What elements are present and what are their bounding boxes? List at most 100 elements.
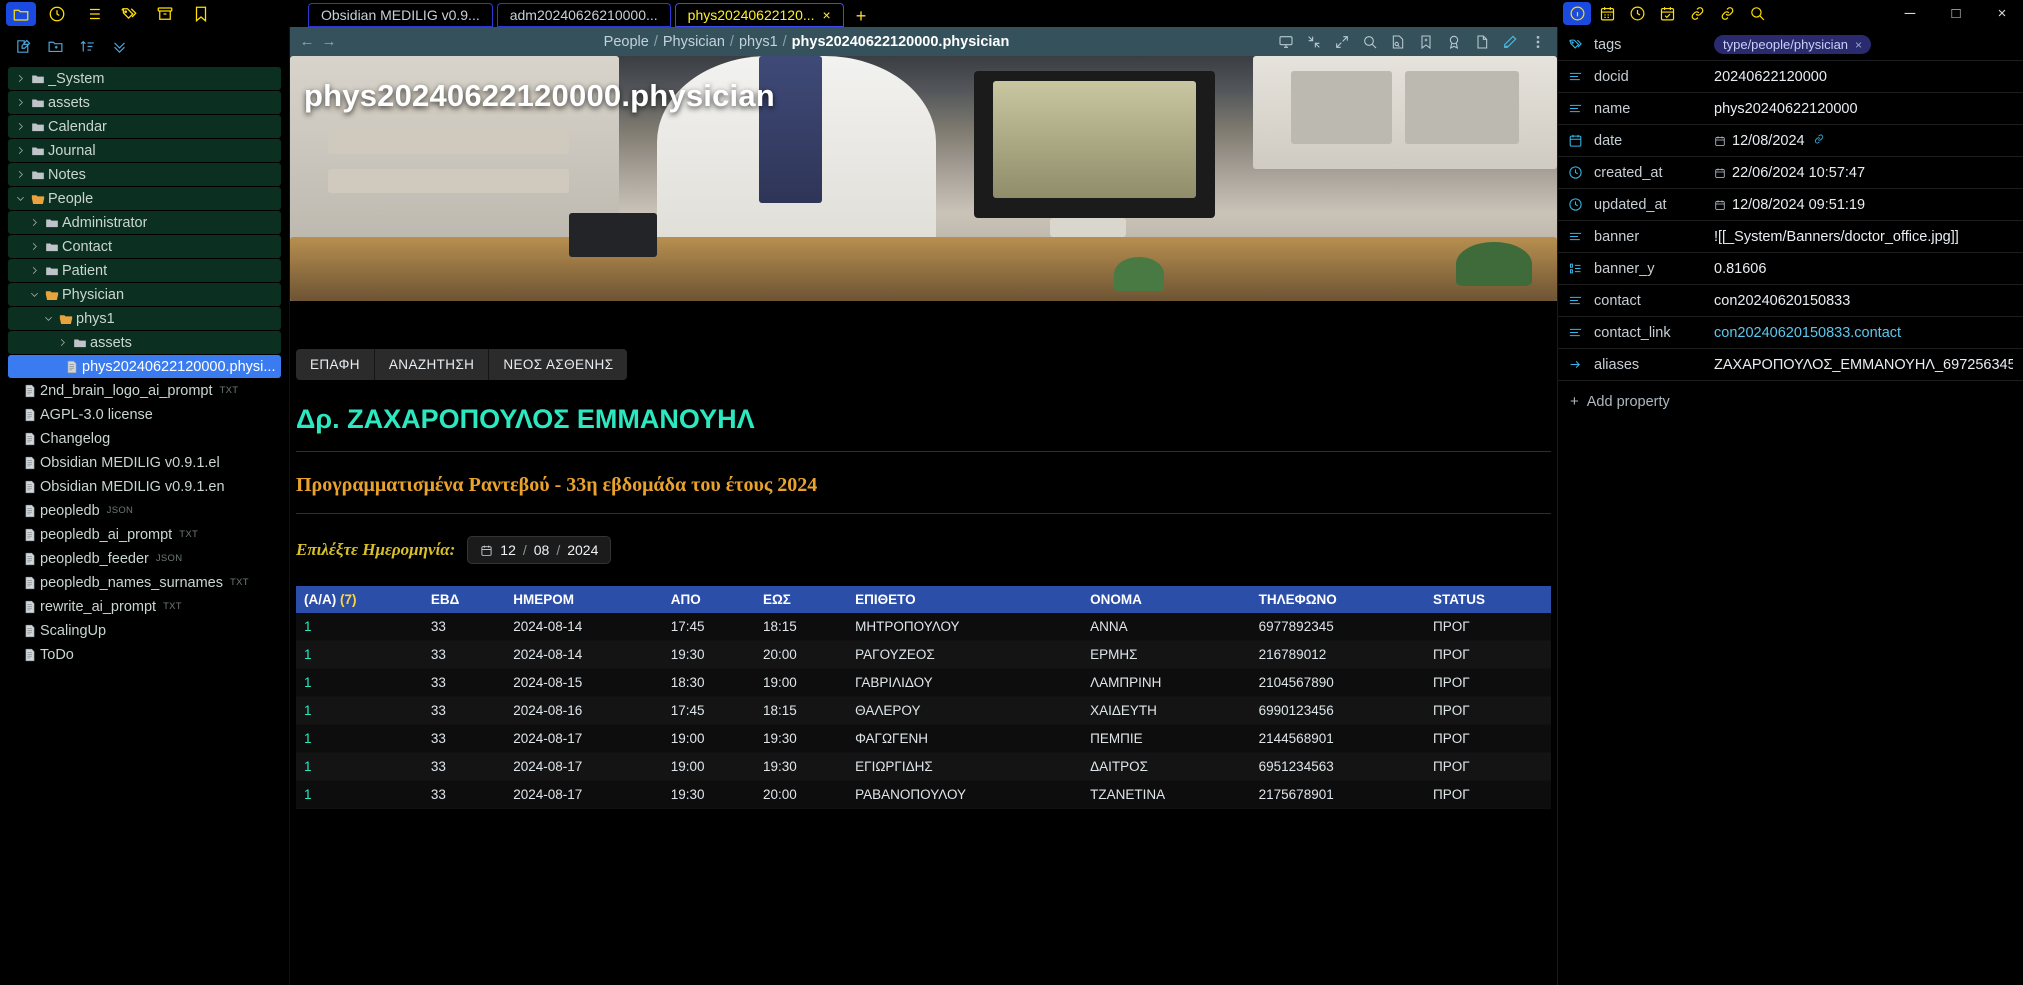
property-row-updated_at[interactable]: updated_at 12/08/2024 09:51:19 xyxy=(1558,189,2023,221)
tree-file-item[interactable]: rewrite_ai_prompt TXT xyxy=(8,595,281,618)
new-patient-button[interactable]: ΝΕΟΣ ΑΣΘΕΝΗΣ xyxy=(489,349,628,380)
tree-file-item[interactable]: AGPL-3.0 license xyxy=(8,403,281,426)
chevron-down-icon[interactable] xyxy=(26,289,42,300)
tab-0[interactable]: Obsidian MEDILIG v0.9... xyxy=(308,3,493,27)
property-row-aliases[interactable]: aliases ΖΑΧΑΡΟΠΟΥΛΟΣ_ΕΜΜΑΝΟΥΗΛ_6972563459… xyxy=(1558,349,2023,381)
chevron-right-icon[interactable] xyxy=(12,121,28,132)
remove-tag-icon[interactable]: × xyxy=(1855,38,1862,52)
new-folder-icon[interactable] xyxy=(44,35,66,57)
property-value[interactable]: con20240620150833 xyxy=(1714,293,2013,309)
list-icon[interactable] xyxy=(78,2,108,26)
info-icon[interactable] xyxy=(1563,2,1591,25)
breadcrumb-item-1[interactable]: Physician xyxy=(663,34,725,50)
tree-folder-assets[interactable]: assets xyxy=(8,91,281,114)
property-row-name[interactable]: name phys20240622120000 xyxy=(1558,93,2023,125)
table-row[interactable]: 1 33 2024-08-14 17:45 18:15 ΜΗΤΡΟΠΟΥΛΟΥ ΑΝΝΑ 69… xyxy=(296,613,1551,641)
property-row-docid[interactable]: docid 20240622120000 xyxy=(1558,61,2023,93)
property-row-banner_y[interactable]: banner_y 0.81606 xyxy=(1558,253,2023,285)
chevron-right-icon[interactable] xyxy=(12,169,28,180)
date-input[interactable]: 12 / 08 / 2024 xyxy=(467,536,612,564)
property-row-created_at[interactable]: created_at 22/06/2024 10:57:47 xyxy=(1558,157,2023,189)
chevron-down-icon[interactable] xyxy=(12,193,28,204)
minimize-button[interactable]: ─ xyxy=(1889,1,1931,27)
chevron-down-icon[interactable] xyxy=(40,313,56,324)
table-row[interactable]: 1 33 2024-08-16 17:45 18:15 ΘΑΛΕΡΟΥ ΧΑΙΔΕΥΤΗ 69… xyxy=(296,696,1551,725)
back-button[interactable]: ← xyxy=(296,33,318,50)
tree-folder-journal[interactable]: Journal xyxy=(8,139,281,162)
tree-folder-patient[interactable]: Patient xyxy=(8,259,281,282)
tab-1[interactable]: adm20240626210000... xyxy=(496,3,671,27)
property-value[interactable]: type/people/physician × xyxy=(1714,35,2013,54)
property-value[interactable]: 22/06/2024 10:57:47 xyxy=(1714,165,2013,181)
calendar-icon[interactable] xyxy=(1593,2,1621,25)
backlinks-icon[interactable] xyxy=(1683,2,1711,25)
calendar-check-icon[interactable] xyxy=(1653,2,1681,25)
property-value[interactable]: ![[_System/Banners/doctor_office.jpg]] xyxy=(1714,229,2013,245)
files-icon[interactable] xyxy=(6,1,36,26)
clock-icon[interactable] xyxy=(1623,2,1651,25)
property-value[interactable]: phys20240622120000 xyxy=(1714,101,2013,117)
tag-chip[interactable]: type/people/physician × xyxy=(1714,35,1872,54)
table-row[interactable]: 1 33 2024-08-17 19:00 19:30 ΕΓΙΩΡΓΙΔΗΣ ΔΑΙΤΡΟΣ… xyxy=(296,752,1551,781)
tree-folder-notes[interactable]: Notes xyxy=(8,163,281,186)
chevron-right-icon[interactable] xyxy=(26,241,42,252)
collapse-icon[interactable] xyxy=(1301,30,1327,54)
close-icon[interactable]: × xyxy=(823,7,831,23)
maximize-button[interactable]: □ xyxy=(1935,1,1977,27)
chevron-right-icon[interactable] xyxy=(12,97,28,108)
breadcrumb-item-0[interactable]: People xyxy=(604,34,649,50)
tree-folder-administrator[interactable]: Administrator xyxy=(8,211,281,234)
date-day[interactable]: 12 xyxy=(500,542,516,558)
date-value[interactable]: 22/06/2024 10:57:47 xyxy=(1714,165,1865,181)
tree-file-item[interactable]: ToDo xyxy=(8,643,281,666)
date-month[interactable]: 08 xyxy=(534,542,550,558)
sort-icon[interactable] xyxy=(76,35,98,57)
forward-button[interactable]: → xyxy=(318,33,340,50)
chevron-right-icon[interactable] xyxy=(26,265,42,276)
property-value[interactable]: con20240620150833.contact xyxy=(1714,325,2013,341)
property-row-tags[interactable]: tags type/people/physician × xyxy=(1558,29,2023,61)
award-icon[interactable] xyxy=(1441,30,1467,54)
tree-folder-assets[interactable]: assets xyxy=(8,331,281,354)
table-row[interactable]: 1 33 2024-08-17 19:30 20:00 ΡΑΒΑΝΟΠΟΥΛΟΥ ΤΖΑΝΕ… xyxy=(296,780,1551,809)
table-row[interactable]: 1 33 2024-08-14 19:30 20:00 ΡΑΓΟΥΖΕΟΣ ΕΡΜΗΣ 216… xyxy=(296,640,1551,669)
property-value[interactable]: ΖΑΧΑΡΟΠΟΥΛΟΣ_ΕΜΜΑΝΟΥΗΛ_6972563459× xyxy=(1714,357,2013,373)
property-value[interactable]: 12/08/2024 xyxy=(1714,133,2013,149)
tree-file-item[interactable]: peopledb_names_surnames TXT xyxy=(8,571,281,594)
close-window-button[interactable]: × xyxy=(1981,1,2023,27)
property-row-contact_link[interactable]: contact_link con20240620150833.contact xyxy=(1558,317,2023,349)
date-year[interactable]: 2024 xyxy=(567,542,598,558)
date-value[interactable]: 12/08/2024 09:51:19 xyxy=(1714,197,1865,213)
tree-folder-physician[interactable]: Physician xyxy=(8,283,281,306)
tree-file-item[interactable]: peopledb_ai_prompt TXT xyxy=(8,523,281,546)
chevron-right-icon[interactable] xyxy=(26,217,42,228)
tree-file-item[interactable]: Obsidian MEDILIG v0.9.1.en xyxy=(8,475,281,498)
clock-icon[interactable] xyxy=(42,2,72,26)
tree-file-item[interactable]: Obsidian MEDILIG v0.9.1.el xyxy=(8,451,281,474)
chevron-right-icon[interactable] xyxy=(12,73,28,84)
tree-file-item[interactable]: ScalingUp xyxy=(8,619,281,642)
tree-folder-people[interactable]: People xyxy=(8,187,281,210)
bookmark-icon[interactable] xyxy=(186,2,216,26)
date-value[interactable]: 12/08/2024 xyxy=(1714,133,1805,149)
property-row-date[interactable]: date 12/08/2024 xyxy=(1558,125,2023,157)
chevron-right-icon[interactable] xyxy=(12,145,28,156)
breadcrumb-item-2[interactable]: phys1 xyxy=(739,34,778,50)
tree-file-item[interactable]: 2nd_brain_logo_ai_prompt TXT xyxy=(8,379,281,402)
table-row[interactable]: 1 33 2024-08-17 19:00 19:30 ΦΑΓΩΓΕΝΗ ΠΕΜΠΙΕ 214… xyxy=(296,724,1551,753)
edit-pencil-icon[interactable] xyxy=(1497,30,1523,54)
tree-folder-contact[interactable]: Contact xyxy=(8,235,281,258)
page-icon[interactable] xyxy=(1469,30,1495,54)
tree-folder--system[interactable]: _System xyxy=(8,67,281,90)
archive-icon[interactable] xyxy=(150,2,180,26)
property-row-contact[interactable]: contact con20240620150833 xyxy=(1558,285,2023,317)
new-tab-icon[interactable]: + xyxy=(848,5,875,27)
new-note-icon[interactable] xyxy=(12,35,34,57)
tree-file-item[interactable]: peopledb JSON xyxy=(8,499,281,522)
collapse-all-icon[interactable] xyxy=(108,35,130,57)
search-icon[interactable] xyxy=(1743,2,1771,25)
property-row-banner[interactable]: banner ![[_System/Banners/doctor_office.j… xyxy=(1558,221,2023,253)
tree-file-item[interactable]: Changelog xyxy=(8,427,281,450)
table-row[interactable]: 1 33 2024-08-15 18:30 19:00 ΓΑΒΡΙΛΙΔΟΥ ΛΑΜΠΡΙΝ… xyxy=(296,668,1551,697)
tab-2-active[interactable]: phys20240622120... × xyxy=(674,3,844,27)
